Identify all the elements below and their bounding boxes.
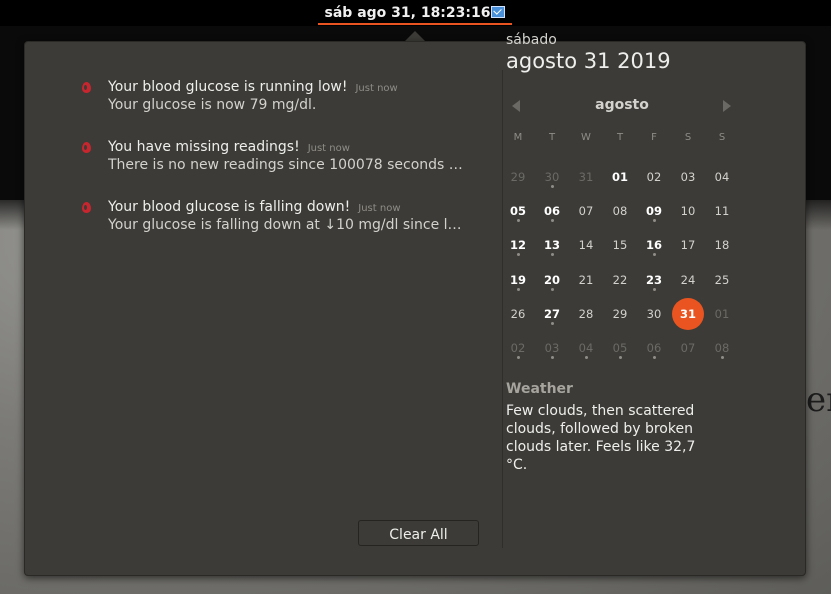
next-month-icon[interactable]: [723, 100, 731, 112]
calendar-day[interactable]: 28: [569, 297, 603, 331]
calendar-day[interactable]: 04: [569, 331, 603, 365]
notification-body: There is no new readings since 100078 se…: [108, 157, 470, 173]
calendar-day[interactable]: 24: [671, 263, 705, 297]
calendar-day[interactable]: 29: [501, 160, 535, 194]
calendar-day[interactable]: 06: [535, 194, 569, 228]
blood-drop-icon: [82, 82, 91, 93]
previous-month-icon[interactable]: [512, 100, 520, 112]
calendar-day[interactable]: 07: [671, 331, 705, 365]
calendar-day[interactable]: 30: [637, 297, 671, 331]
notification-body: Your glucose is now 79 mg/dl.: [108, 97, 317, 113]
notification-time: Just now: [355, 83, 398, 94]
calendar-day[interactable]: 25: [705, 263, 739, 297]
calendar-day[interactable]: 11: [705, 194, 739, 228]
top-bar: sáb ago 31, 18:23:16: [0, 0, 831, 26]
calendar-day[interactable]: 20: [535, 263, 569, 297]
calendar-day[interactable]: 30: [535, 160, 569, 194]
calendar-day[interactable]: 08: [705, 331, 739, 365]
calendar-day[interactable]: 12: [501, 228, 535, 262]
blood-drop-icon: [82, 142, 91, 153]
notification-time: Just now: [358, 203, 401, 214]
calendar-day[interactable]: 31: [569, 160, 603, 194]
calendar-day[interactable]: 02: [637, 160, 671, 194]
calendar-day[interactable]: 03: [671, 160, 705, 194]
calendar-day[interactable]: 19: [501, 263, 535, 297]
notification-time: Just now: [307, 143, 350, 154]
calendar-day[interactable]: 17: [671, 228, 705, 262]
calendar-day[interactable]: 22: [603, 263, 637, 297]
calendar-day[interactable]: 05: [603, 331, 637, 365]
calendar-day[interactable]: 01: [603, 160, 637, 194]
calendar-day[interactable]: 15: [603, 228, 637, 262]
calendar-day[interactable]: 14: [569, 228, 603, 262]
calendar-day[interactable]: 03: [535, 331, 569, 365]
calendar-day[interactable]: 26: [501, 297, 535, 331]
message-icon: [491, 6, 506, 18]
calendar-day[interactable]: 07: [569, 194, 603, 228]
weekday-label[interactable]: sábado: [506, 32, 557, 48]
calendar-day-today[interactable]: 31: [671, 297, 705, 331]
calendar-day[interactable]: 27: [535, 297, 569, 331]
calendar-day[interactable]: 16: [637, 228, 671, 262]
calendar-day[interactable]: 08: [603, 194, 637, 228]
calendar-day[interactable]: 29: [603, 297, 637, 331]
calendar-day[interactable]: 13: [535, 228, 569, 262]
clear-all-button[interactable]: Clear All: [358, 520, 479, 546]
calendar-day[interactable]: 18: [705, 228, 739, 262]
weather-description[interactable]: Few clouds, then scattered clouds, follo…: [506, 402, 711, 474]
notification-title: You have missing readings!: [108, 139, 300, 155]
calendar-day[interactable]: 10: [671, 194, 705, 228]
calendar-day[interactable]: 09: [637, 194, 671, 228]
calendar-day[interactable]: 01: [705, 297, 739, 331]
full-date-label[interactable]: agosto 31 2019: [506, 49, 671, 73]
blood-drop-icon: [82, 202, 91, 213]
calendar-day[interactable]: 04: [705, 160, 739, 194]
calendar-day[interactable]: 02: [501, 331, 535, 365]
clock-label: sáb ago 31, 18:23:16: [324, 5, 491, 21]
date-time-menu[interactable]: sáb ago 31, 18:23:16: [318, 3, 512, 25]
notification-title: Your blood glucose is falling down!: [108, 199, 351, 215]
calendar-day[interactable]: 06: [637, 331, 671, 365]
calendar-day[interactable]: 21: [569, 263, 603, 297]
wallpaper-text-fragment: en: [806, 380, 831, 420]
notification-title: Your blood glucose is running low!: [108, 79, 348, 95]
calendar-grid: 29 30 31 01 02 03 04 05 06 07 08 09 10 11 12 13 14 15 16 17…: [501, 160, 741, 372]
calendar-day[interactable]: 05: [501, 194, 535, 228]
calendar-day[interactable]: 23: [637, 263, 671, 297]
notification-body: Your glucose is falling down at ↓10 mg/d…: [108, 217, 470, 233]
